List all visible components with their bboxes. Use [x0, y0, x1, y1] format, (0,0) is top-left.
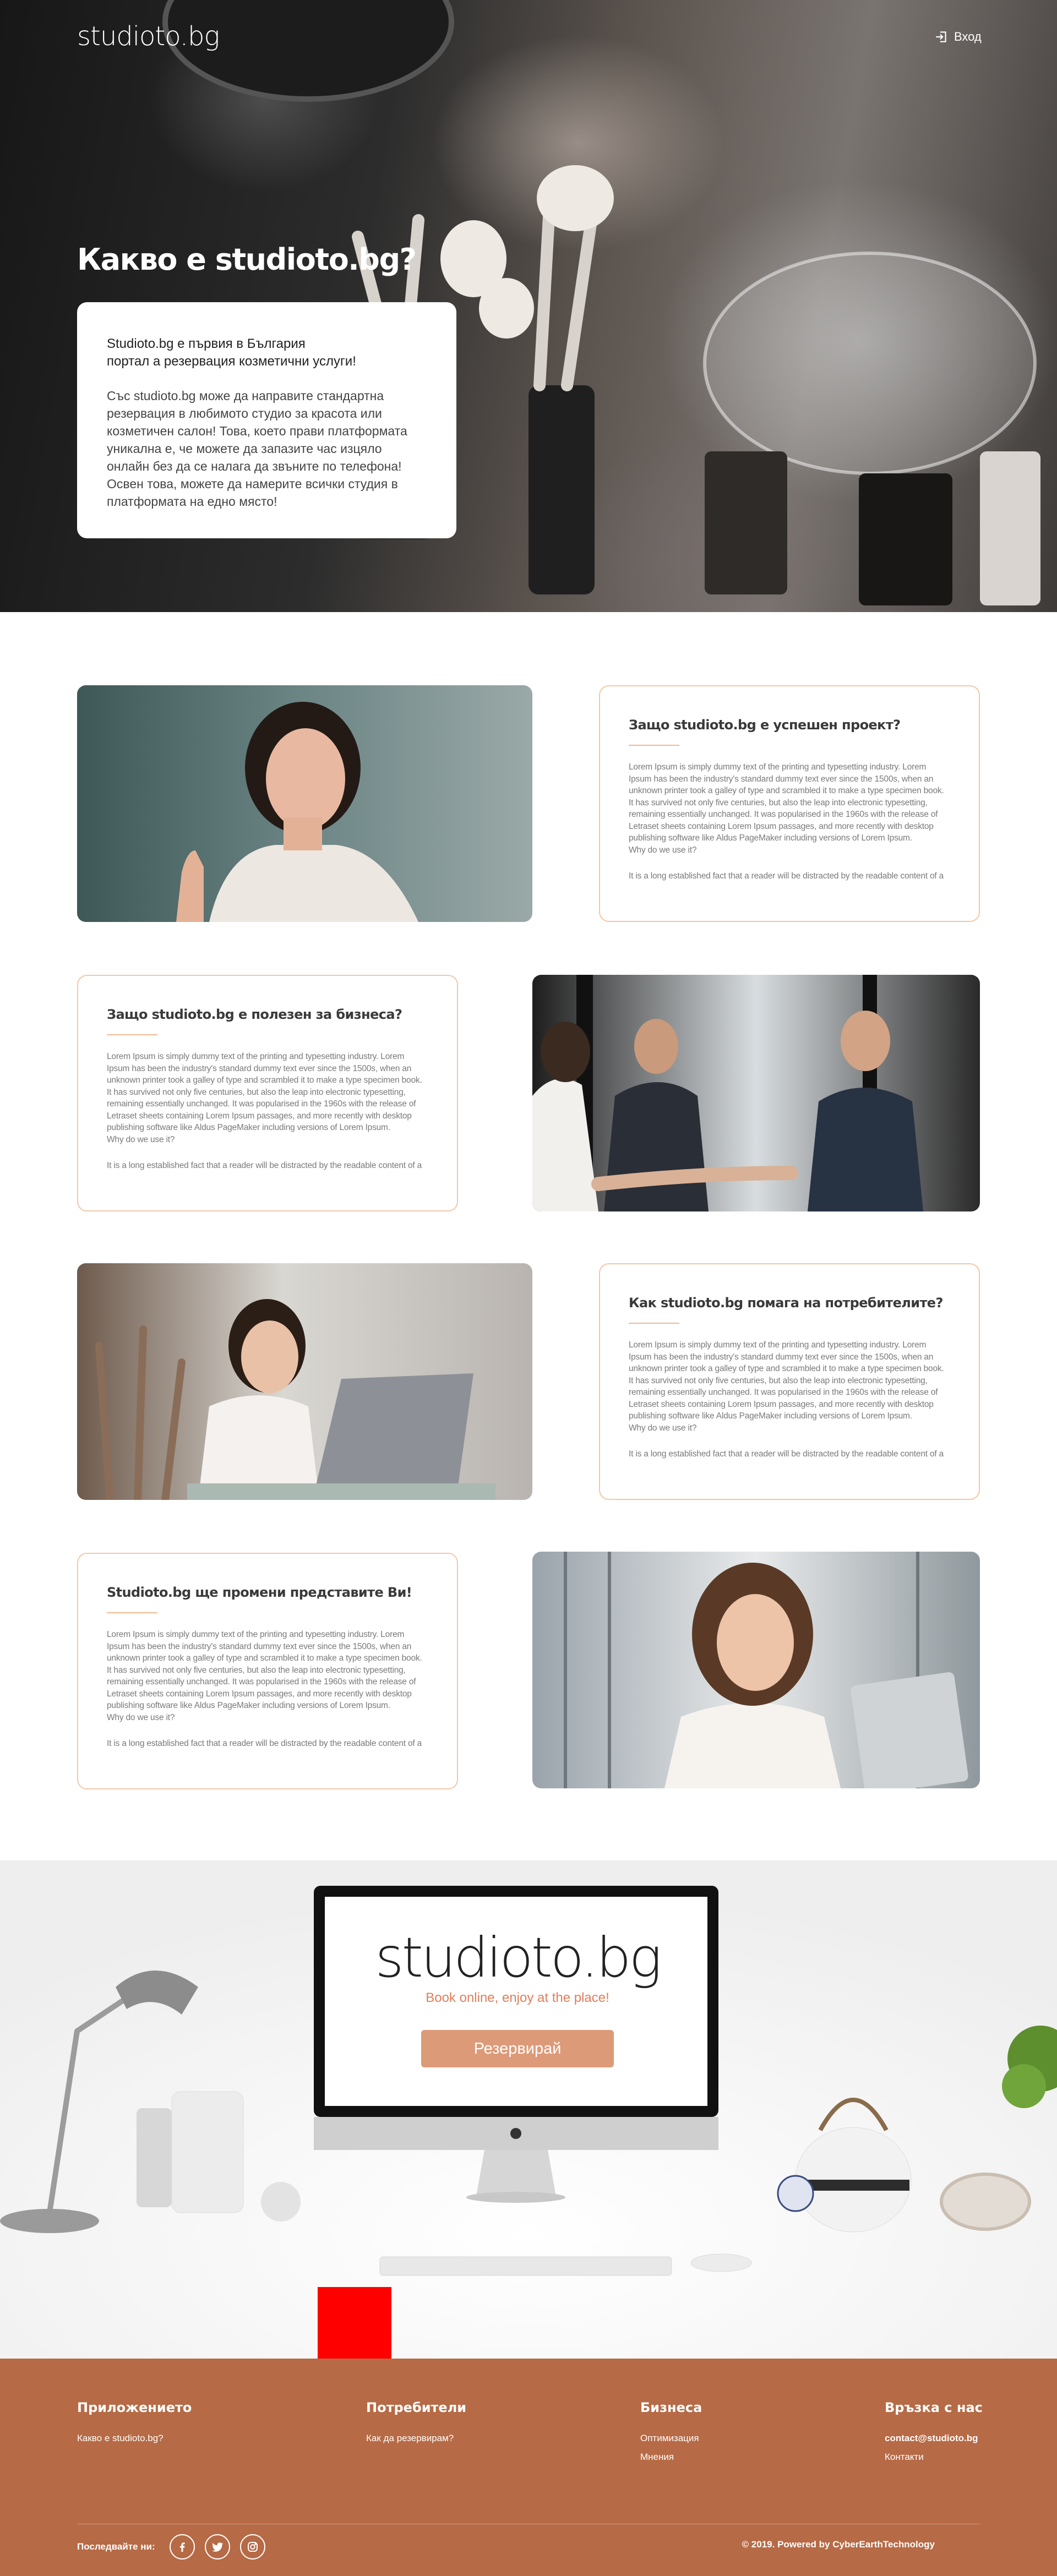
hero-lead-line-2: портал а резервация козметични услуги!: [107, 354, 356, 369]
screen-logo: studioto.bg: [375, 1925, 662, 1990]
social-follow: Последвайте ни:: [77, 2534, 265, 2559]
facebook-link[interactable]: [169, 2534, 195, 2559]
feature-body: Lorem Ipsum is simply dummy text of the …: [629, 762, 944, 843]
feature-tail: It is a long established fact that a rea…: [107, 1739, 422, 1748]
hero-lead-line-1: Studioto.bg е първия в България: [107, 336, 306, 351]
footer-column-app: Приложението Какво е studioto.bg?: [77, 2400, 192, 2452]
feature-title: Как studioto.bg помага на потребителите?: [629, 1295, 943, 1311]
footer-link-email[interactable]: contact@studioto.bg: [885, 2433, 983, 2444]
feature-photo-smiling-woman: [77, 685, 532, 922]
feature-photo-woman-phone: [532, 1552, 980, 1788]
book-button[interactable]: Резервирай: [421, 2030, 614, 2067]
feature-body: Lorem Ipsum is simply dummy text of the …: [629, 1340, 944, 1421]
site-logo[interactable]: studioto.bg: [77, 21, 220, 52]
feature-photo-woman-laptop: [77, 1263, 532, 1500]
feature-underline: [629, 1323, 679, 1324]
twitter-icon: [211, 2542, 223, 2552]
footer-link-contacts[interactable]: Контакти: [885, 2452, 983, 2463]
red-placeholder-block: [318, 2287, 391, 2359]
footer-column-users: Потребители Как да резервирам?: [366, 2400, 466, 2452]
feature-body: Lorem Ipsum is simply dummy text of the …: [107, 1630, 422, 1710]
footer-column-business: Бизнеса Оптимизация Мнения: [640, 2400, 702, 2470]
hero-section: studioto.bg Вход Какво е studioto.bg? St…: [0, 0, 1057, 612]
feature-underline: [629, 745, 679, 746]
feature-card-3: Как studioto.bg помага на потребителите?…: [599, 1263, 980, 1500]
feature-title: Studioto.bg ще промени представите Ви!: [107, 1585, 412, 1600]
footer-link-how-to-book[interactable]: Как да резервирам?: [366, 2433, 466, 2444]
hero-info-card: Studioto.bg е първия в България портал а…: [77, 302, 456, 538]
feature-photo-business-handshake: [532, 975, 980, 1211]
hero-title: Какво е studioto.bg?: [77, 242, 417, 277]
facebook-icon: [179, 2542, 185, 2552]
feature-card-4: Studioto.bg ще промени представите Ви! L…: [77, 1553, 458, 1789]
feature-question: Why do we use it?: [107, 1134, 175, 1144]
login-link[interactable]: Вход: [934, 30, 982, 44]
feature-tail: It is a long established fact that a rea…: [107, 1161, 422, 1170]
feature-question: Why do we use it?: [629, 1423, 697, 1433]
footer-heading: Връзка с нас: [885, 2400, 983, 2415]
footer-column-contact: Връзка с нас contact@studioto.bg Контакт…: [885, 2400, 983, 2470]
instagram-icon: [247, 2542, 258, 2552]
feature-question: Why do we use it?: [629, 845, 697, 855]
feature-card-2: Защо studioto.bg е полезен за бизнеса? L…: [77, 975, 458, 1211]
feature-card-1: Защо studioto.bg е успешен проект? Lorem…: [599, 685, 980, 922]
feature-title: Защо studioto.bg е успешен проект?: [629, 717, 901, 733]
instagram-link[interactable]: [239, 2534, 265, 2559]
login-label: Вход: [954, 30, 982, 43]
feature-question: Why do we use it?: [107, 1712, 175, 1722]
feature-tail: It is a long established fact that a rea…: [629, 1449, 944, 1459]
footer-heading: Бизнеса: [640, 2400, 702, 2415]
footer-heading: Потребители: [366, 2400, 467, 2415]
feature-tail: It is a long established fact that a rea…: [629, 871, 944, 881]
feature-underline: [107, 1612, 157, 1613]
follow-label: Последвайте ни:: [77, 2541, 155, 2552]
footer-heading: Приложението: [77, 2400, 192, 2415]
feature-title: Защо studioto.bg е полезен за бизнеса?: [107, 1007, 402, 1022]
copyright-text: © 2019. Powered by CyberEarthTechnology: [742, 2539, 935, 2550]
twitter-link[interactable]: [204, 2534, 230, 2559]
monitor-screen: studioto.bg Book online, enjoy at the pl…: [325, 1886, 710, 2106]
screen-tagline: Book online, enjoy at the place!: [426, 1990, 609, 2005]
hero-card-body: Със studioto.bg може да направите станда…: [107, 389, 407, 509]
feature-body: Lorem Ipsum is simply dummy text of the …: [107, 1052, 422, 1132]
footer-link-reviews[interactable]: Мнения: [640, 2452, 702, 2463]
footer-link-optimization[interactable]: Оптимизация: [640, 2433, 702, 2444]
hero-card-lead: Studioto.bg е първия в България портал а…: [107, 335, 427, 370]
footer-link-what-is[interactable]: Какво е studioto.bg?: [77, 2433, 192, 2444]
login-icon: [936, 31, 946, 42]
feature-underline: [107, 1034, 157, 1035]
